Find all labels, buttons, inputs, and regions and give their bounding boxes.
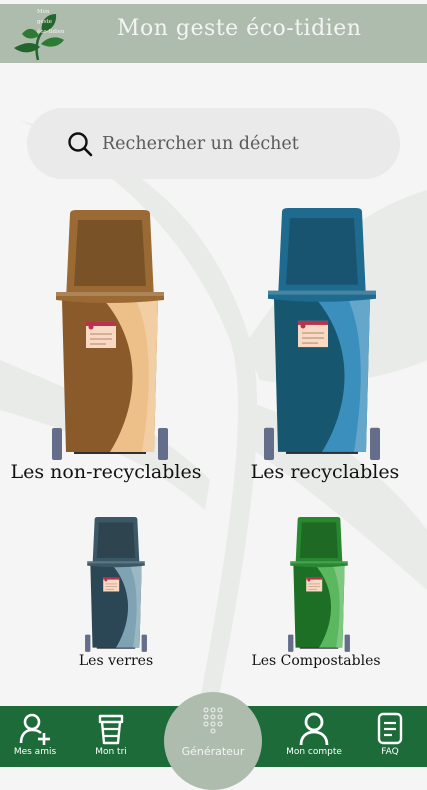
nav-mon-tri[interactable]: Mon tri (76, 706, 146, 767)
search-icon (68, 132, 93, 157)
nav-label-generateur: Générateur (181, 745, 245, 758)
trash-bin-icon (264, 208, 380, 460)
nav-generateur-button[interactable]: Générateur (164, 692, 262, 790)
bin-label-non-recyclables[interactable]: Les non-recyclables (11, 461, 202, 483)
bin-recyclables[interactable] (262, 208, 382, 462)
nav-faq[interactable]: FAQ (355, 706, 425, 767)
trash-bin-icon (52, 210, 168, 460)
app-title: Mon geste éco-tidien (117, 16, 362, 41)
logo-text: Mon geste éco-tidien (37, 9, 65, 35)
add-friend-icon (19, 713, 50, 745)
search-input[interactable] (100, 128, 374, 160)
bin-label-compostables[interactable]: Les Compostables (251, 653, 380, 669)
nav-label-mes-amis: Mes amis (13, 747, 57, 757)
bin-non-recyclables[interactable] (50, 210, 170, 462)
nav-label-mon-tri: Mon tri (95, 747, 127, 757)
nav-mes-amis[interactable]: Mes amis (0, 706, 70, 767)
nav-mon-compte[interactable]: Mon compte (279, 706, 349, 767)
nav-label-faq: FAQ (381, 747, 399, 757)
bin-compostables[interactable] (287, 517, 351, 653)
search-bar[interactable] (27, 108, 400, 179)
trash-bin-icon (288, 517, 350, 652)
document-icon (377, 712, 403, 745)
nav-label-mon-compte: Mon compte (286, 747, 342, 757)
trash-bin-icon (85, 517, 147, 652)
bin-label-verres[interactable]: Les verres (79, 653, 153, 669)
user-icon (299, 712, 329, 746)
dots-grid-icon (203, 707, 223, 734)
bin-label-recyclables[interactable]: Les recyclables (251, 461, 400, 483)
app-header: Mon geste éco-tidien Mon geste éco-tidie… (0, 4, 427, 63)
cup-icon (98, 714, 124, 745)
bin-verres[interactable] (84, 517, 148, 653)
